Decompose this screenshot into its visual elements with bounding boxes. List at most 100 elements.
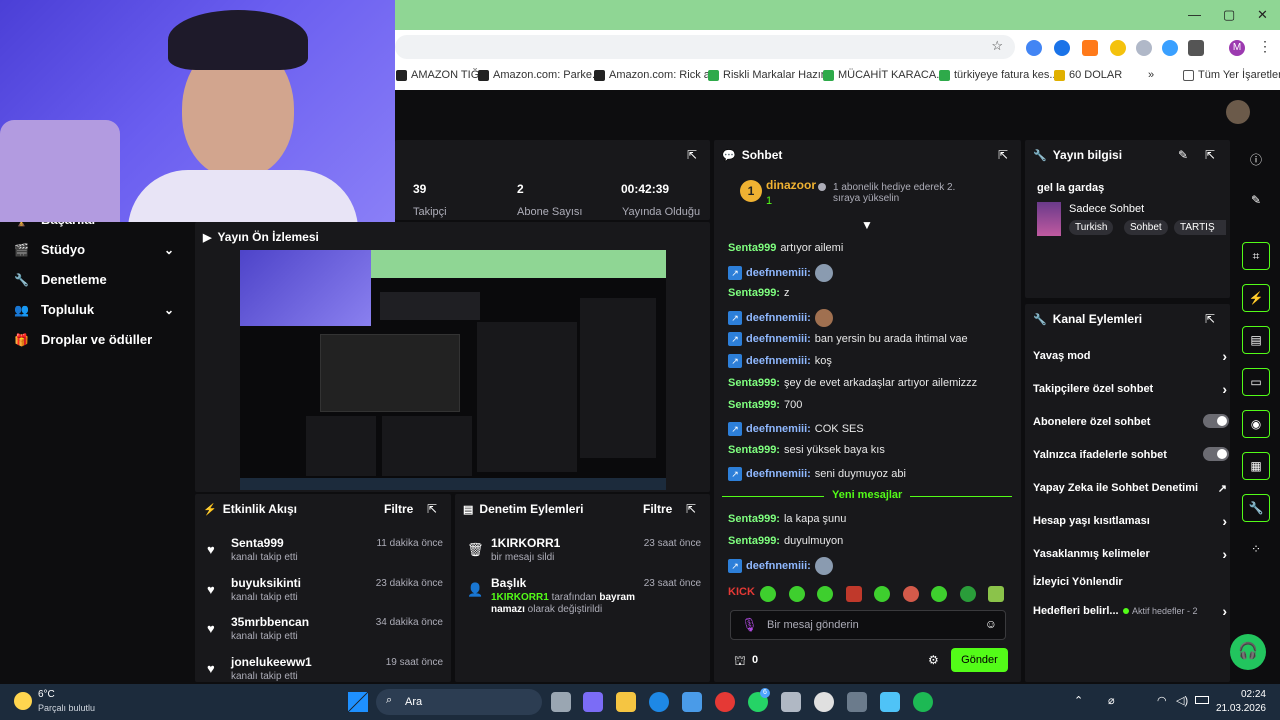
popout-icon[interactable]: ⇱	[1205, 312, 1215, 326]
lightning-icon[interactable]: ⚡	[1242, 284, 1270, 312]
moderation-user[interactable]: 1KIRKORR1	[491, 536, 560, 550]
bookmark[interactable]: Riskli Markalar Hazır...	[708, 69, 833, 81]
points-icon[interactable]: ⛫	[734, 653, 746, 671]
spotify-icon[interactable]	[913, 692, 933, 712]
task-view-icon[interactable]	[551, 692, 571, 712]
profile-avatar[interactable]: M	[1229, 40, 1245, 56]
emote-icon[interactable]	[846, 586, 862, 602]
activity-user[interactable]: 35mrbbencan	[231, 615, 309, 629]
extension-icon[interactable]	[1082, 40, 1098, 56]
puzzle-icon[interactable]	[1188, 40, 1204, 56]
close-icon[interactable]: ✕	[1257, 7, 1268, 23]
chat-username[interactable]: Senta999	[728, 242, 776, 254]
notes-icon[interactable]: ▤	[1242, 326, 1270, 354]
collapse-icon[interactable]: ▼	[861, 218, 873, 232]
gift-user[interactable]: dinazoor	[766, 178, 816, 192]
address-bar[interactable]: ☆	[395, 35, 1015, 59]
edge-icon[interactable]	[649, 692, 669, 712]
popout-icon[interactable]: ⇱	[686, 502, 696, 516]
bookmark[interactable]: AMAZON TIĞ	[396, 69, 479, 81]
obs-icon[interactable]	[814, 692, 834, 712]
chat-username[interactable]: deefnnemiii:	[746, 333, 811, 345]
chat-username[interactable]: deefnnemiii:	[746, 468, 811, 480]
emoji-icon[interactable]: ☺	[985, 617, 997, 631]
action-ai-moderation[interactable]: Yapay Zeka ile Sohbet Denetimi ↗	[1033, 482, 1227, 495]
pencil-icon[interactable]: ✎	[1242, 186, 1270, 214]
chat-username[interactable]: deefnnemiii:	[746, 423, 811, 435]
copilot-icon[interactable]	[583, 692, 603, 712]
popout-icon[interactable]: ⇱	[998, 148, 1008, 162]
category-name[interactable]: Sadece Sohbet	[1069, 203, 1144, 215]
chrome-icon[interactable]	[715, 692, 735, 712]
activity-user[interactable]: buyuksikinti	[231, 576, 301, 590]
moderation-user[interactable]: 1KIRKORR1	[491, 592, 549, 603]
sidebar-item-denetleme[interactable]: 🔧 Denetleme	[14, 272, 107, 287]
tag[interactable]: Sohbet	[1124, 220, 1168, 235]
sidebar-item-droplar[interactable]: 🎁 Droplar ve ödüller	[14, 332, 152, 347]
stream-video[interactable]	[240, 250, 666, 490]
info-icon[interactable]: ⓘ	[1242, 145, 1270, 173]
windows-start-icon[interactable]	[348, 692, 368, 712]
folder-icon[interactable]	[616, 692, 636, 712]
more-bookmarks[interactable]: »	[1148, 69, 1154, 81]
bookmark[interactable]: Amazon.com: Rick a...	[594, 69, 719, 81]
kick-emote[interactable]: KICK	[728, 586, 755, 598]
filter-button[interactable]: Filtre	[384, 502, 413, 516]
translate-icon[interactable]	[1026, 40, 1042, 56]
chat-icon[interactable]: ▭	[1242, 368, 1270, 396]
emote-icon[interactable]	[960, 586, 976, 602]
action-raid[interactable]: İzleyici Yönlendir	[1033, 576, 1223, 588]
avatar[interactable]	[1226, 100, 1250, 124]
action-banned-words[interactable]: Yasaklanmış kelimeler ›	[1033, 546, 1227, 562]
headset-icon[interactable]: 🎧	[1230, 634, 1266, 670]
notepad-icon[interactable]	[880, 692, 900, 712]
chevron-up-icon[interactable]: ⌃	[1074, 694, 1083, 707]
chat-username[interactable]: Senta999:	[728, 399, 780, 411]
shield-icon[interactable]	[1136, 40, 1152, 56]
mic-off-icon[interactable]: ⌀	[1108, 694, 1115, 707]
chat-username[interactable]: deefnnemiii:	[746, 560, 811, 572]
bookmark[interactable]: 60 DOLAR	[1054, 69, 1122, 81]
all-bookmarks[interactable]: Tüm Yer İşaretleri	[1183, 69, 1280, 81]
battery-icon[interactable]	[1195, 696, 1209, 704]
popout-icon[interactable]: ⇱	[1205, 148, 1215, 162]
chat-username[interactable]: Senta999:	[728, 377, 780, 389]
emote-icon[interactable]	[988, 586, 1004, 602]
emote-icon[interactable]	[817, 586, 833, 602]
action-followers-only[interactable]: Takipçilere özel sohbet ›	[1033, 381, 1227, 397]
chat-username[interactable]: deefnnemiii:	[746, 355, 811, 367]
extension-icon[interactable]	[1054, 40, 1070, 56]
pencil-icon[interactable]: ✎	[1178, 148, 1188, 162]
send-button[interactable]: Gönder	[951, 648, 1008, 672]
subscribers-only-toggle[interactable]	[1203, 414, 1229, 428]
bookmark[interactable]: Amazon.com: Parke...	[478, 69, 601, 81]
action-account-age[interactable]: Hesap yaşı kısıtlaması ›	[1033, 513, 1227, 529]
store-icon[interactable]	[682, 692, 702, 712]
emote-icon[interactable]	[874, 586, 890, 602]
extension-icon[interactable]	[1162, 40, 1178, 56]
wrench-icon[interactable]: 🔧	[1242, 494, 1270, 522]
popout-icon[interactable]: ⇱	[687, 148, 697, 162]
sidebar-item-studyo[interactable]: 🎬 Stüdyo ⌄	[14, 242, 174, 257]
tag[interactable]: TARTIŞ	[1174, 220, 1226, 235]
layout-icon[interactable]: ▦	[1242, 452, 1270, 480]
action-goals[interactable]: Hedefleri belirl... Aktif hedefler - 2 ›	[1033, 603, 1227, 619]
star-icon[interactable]: ☆	[991, 38, 1003, 54]
broadcast-icon[interactable]: ◉	[1242, 410, 1270, 438]
emote-only-toggle[interactable]	[1203, 447, 1229, 461]
chat-input[interactable]: 🎙 Bir mesaj gönderin ☺	[730, 610, 1006, 640]
apps-icon[interactable]: ⁘	[1242, 535, 1270, 563]
chat-username[interactable]: Senta999:	[728, 444, 780, 456]
sidebar-item-topluluk[interactable]: 👥 Topluluk ⌄	[14, 302, 174, 317]
weather-icon[interactable]	[14, 692, 32, 710]
action-slow-mode[interactable]: Yavaş mod ›	[1033, 348, 1227, 364]
wifi-icon[interactable]: ◠	[1157, 694, 1167, 707]
maximize-icon[interactable]: ▢	[1223, 7, 1235, 23]
tag[interactable]: Turkish	[1069, 220, 1114, 235]
activity-user[interactable]: Senta999	[231, 536, 284, 550]
chat-username[interactable]: deefnnemiii:	[746, 312, 811, 324]
settings-icon[interactable]: ⚙	[928, 653, 939, 667]
activity-user[interactable]: jonelukeeww1	[231, 655, 312, 669]
bookmark[interactable]: türkiyeye fatura kes...	[939, 69, 1059, 81]
filter-button[interactable]: Filtre	[643, 502, 672, 516]
